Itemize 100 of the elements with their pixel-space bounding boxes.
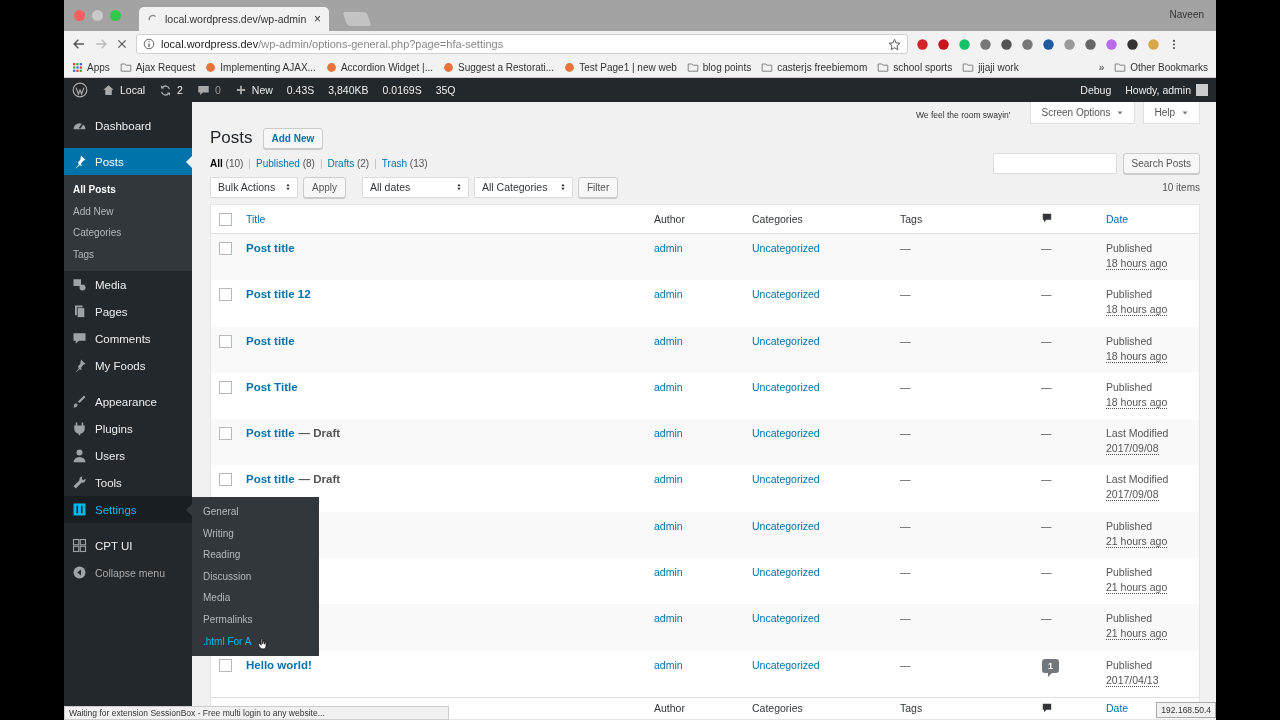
post-title-link[interactable]: Post Title	[246, 380, 298, 393]
menu-item[interactable]: Pages	[64, 298, 192, 326]
author-link[interactable]: admin	[654, 288, 683, 301]
browser-tab[interactable]: local.wordpress.dev/wp-admin ×	[139, 7, 329, 31]
submenu-item[interactable]: Categories	[64, 223, 192, 245]
help-tab[interactable]: Help	[1143, 102, 1200, 124]
new-link[interactable]: New	[234, 84, 273, 96]
row-checkbox[interactable]	[219, 334, 232, 348]
apply-button[interactable]: Apply	[303, 176, 346, 198]
add-new-button[interactable]: Add New	[262, 127, 324, 149]
close-tab-button[interactable]: ×	[314, 12, 321, 26]
search-field[interactable]	[992, 152, 1117, 174]
flyout-item[interactable]: General	[203, 503, 239, 525]
menu-item[interactable]: CPT UI	[64, 532, 192, 560]
category-link[interactable]: Uncategorized	[752, 242, 820, 254]
flyout-item[interactable]: Writing	[203, 524, 234, 547]
post-title-link[interactable]: Post title	[246, 473, 295, 486]
category-link[interactable]: Uncategorized	[752, 288, 820, 301]
more-bookmarks-button[interactable]: »	[1098, 61, 1105, 73]
row-checkbox[interactable]	[219, 427, 232, 441]
filter-button[interactable]: Filter	[578, 176, 619, 198]
minimize-window-icon[interactable]	[92, 10, 103, 21]
row-checkbox[interactable]	[219, 380, 232, 394]
bookmark[interactable]: school sports	[877, 61, 953, 73]
collapse-menu-button[interactable]: Collapse menu	[64, 559, 192, 587]
menu-item[interactable]: Dashboard	[64, 112, 192, 139]
bulk-actions-select[interactable]: Bulk Actions	[210, 176, 298, 198]
bookmark[interactable]: Apps	[72, 61, 110, 73]
zoom-window-icon[interactable]	[110, 10, 121, 21]
menu-item[interactable]: Posts	[64, 148, 192, 175]
category-link[interactable]: Uncategorized	[752, 519, 820, 532]
row-checkbox[interactable]	[219, 288, 232, 302]
post-title-link[interactable]: Post title	[246, 427, 295, 440]
stop-button[interactable]	[116, 38, 128, 50]
submenu-item[interactable]: Tags	[64, 244, 192, 267]
author-link[interactable]: admin	[654, 427, 683, 440]
menu-item[interactable]: Plugins	[64, 415, 192, 443]
flyout-item[interactable]: Media	[203, 589, 231, 611]
debug-link[interactable]: Debug	[1080, 84, 1112, 96]
status-filter-link[interactable]: Trash (13)	[381, 157, 428, 169]
post-title-link[interactable]: Hello world!	[246, 658, 312, 671]
submenu-item[interactable]: Add New	[64, 201, 192, 224]
menu-item[interactable]: Media	[64, 271, 192, 299]
author-link[interactable]: admin	[654, 380, 683, 393]
row-checkbox[interactable]	[219, 658, 232, 672]
category-link[interactable]: Uncategorized	[752, 612, 820, 625]
category-link[interactable]: Uncategorized	[752, 658, 820, 671]
flyout-item[interactable]: .html For A	[203, 632, 252, 655]
post-title-link[interactable]: Post title	[246, 242, 295, 254]
bookmark[interactable]: Accordion Widget |...	[325, 61, 433, 73]
post-title-link[interactable]: Post title	[246, 334, 295, 347]
select-all-checkbox[interactable]	[219, 212, 232, 226]
date-select[interactable]: All dates	[362, 176, 469, 198]
category-link[interactable]: Uncategorized	[752, 334, 820, 347]
category-link[interactable]: Uncategorized	[752, 427, 820, 440]
menu-item[interactable]: Comments	[64, 325, 192, 353]
category-link[interactable]: Uncategorized	[752, 380, 820, 393]
flyout-item[interactable]: Reading	[203, 546, 241, 568]
menu-item[interactable]: My Foods	[64, 352, 192, 380]
author-link[interactable]: admin	[654, 334, 683, 347]
menu-item[interactable]: Appearance	[64, 388, 192, 416]
query-stat[interactable]: 0.43S	[286, 84, 315, 96]
bookmark[interactable]: Ajax Request	[119, 61, 196, 73]
new-tab-button[interactable]	[342, 12, 372, 26]
author-link[interactable]: admin	[654, 242, 683, 254]
status-filter-link[interactable]: Drafts (2)	[327, 157, 370, 169]
bookmark[interactable]: blog points	[686, 61, 752, 73]
author-link[interactable]: admin	[654, 658, 683, 671]
bookmark[interactable]: casterjs freebiemom	[761, 61, 868, 73]
author-link[interactable]: admin	[654, 519, 683, 532]
account-link[interactable]: Howdy, admin	[1125, 84, 1208, 96]
title-column-link[interactable]: Title	[246, 213, 654, 225]
author-link[interactable]: admin	[654, 473, 683, 486]
site-link[interactable]: Local	[102, 83, 146, 97]
bookmark[interactable]: Other Bookmarks	[1114, 61, 1208, 73]
author-link[interactable]: admin	[654, 566, 683, 579]
menu-item[interactable]: Settings	[64, 496, 192, 524]
bookmark[interactable]: Test Page1 | new web	[564, 61, 677, 73]
category-link[interactable]: Uncategorized	[752, 566, 820, 579]
query-stat[interactable]: 0.0169S	[382, 84, 422, 96]
profile-name[interactable]: Naveen	[1169, 9, 1204, 20]
bookmark[interactable]: Implementing AJAX...	[205, 61, 316, 73]
menu-item[interactable]: Users	[64, 442, 192, 470]
bookmark[interactable]: jijaji work	[962, 61, 1019, 73]
search-button[interactable]: Search Posts	[1122, 152, 1200, 174]
row-checkbox[interactable]	[219, 242, 232, 255]
forward-button[interactable]	[94, 37, 108, 51]
author-link[interactable]: admin	[654, 612, 683, 625]
back-button[interactable]	[72, 37, 86, 51]
submenu-item[interactable]: All Posts	[64, 180, 192, 202]
screen-options-tab[interactable]: Screen Options	[1030, 102, 1136, 124]
close-window-icon[interactable]	[74, 10, 85, 21]
date-column-link[interactable]: Date	[1106, 213, 1199, 225]
post-title-link[interactable]: Post title 12	[246, 288, 311, 301]
address-bar[interactable]: local.wordpress.dev/wp-admin/options-general.php?page=hfa-settings	[136, 34, 908, 54]
category-select[interactable]: All Categories	[474, 176, 573, 198]
status-filter-link[interactable]: Published (8)	[255, 157, 315, 169]
query-stat[interactable]: 35Q	[435, 84, 456, 96]
bookmark[interactable]: Suggest a Restorati...	[443, 61, 555, 73]
status-filter-link[interactable]: All (10)	[210, 157, 244, 169]
